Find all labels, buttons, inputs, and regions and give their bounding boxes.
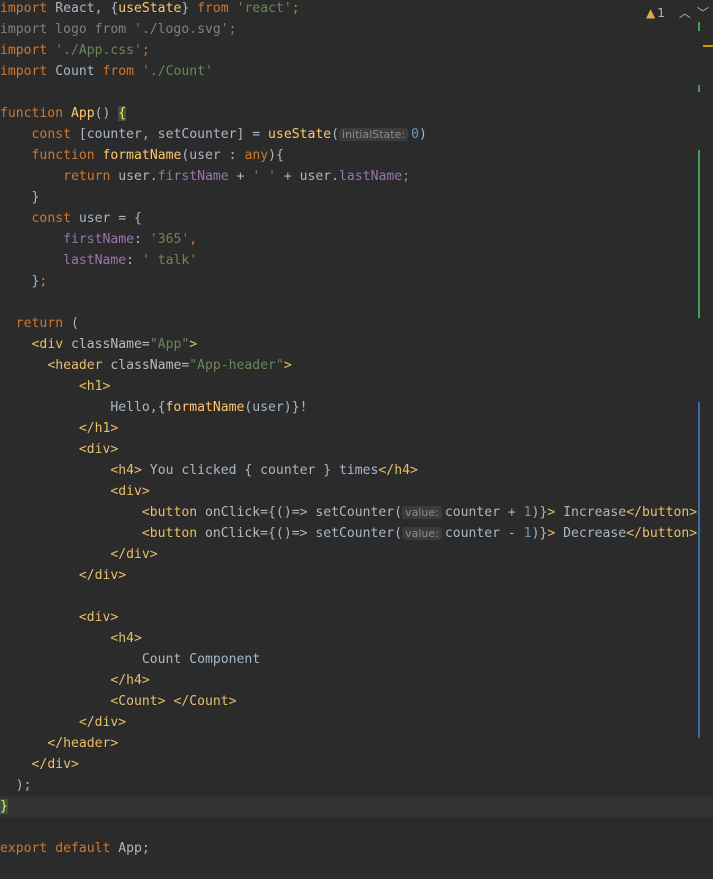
code-line: </div> [78, 568, 127, 583]
code-line: ); [0, 778, 32, 793]
code-line: import Count from './Count' [0, 64, 213, 79]
chevron-up-icon[interactable]: ︿ [679, 4, 691, 21]
code-line: </h1> [78, 421, 119, 436]
code-line: <button onClick={()=> setCounter(value: c… [141, 526, 698, 541]
change-marker[interactable] [698, 85, 700, 92]
change-marker[interactable] [703, 45, 713, 47]
code-line: firstName: '365', [63, 232, 198, 247]
code-line: <h4> You clicked { counter } times</h4> [110, 463, 418, 478]
code-line: <h1> [78, 379, 111, 394]
parameter-hint: value: [402, 506, 442, 519]
code-line: export default App; [0, 841, 150, 856]
code-line: function App() { [0, 106, 127, 121]
change-marker[interactable] [698, 402, 700, 738]
code-line: function formatName(user : any){ [31, 148, 284, 163]
code-line: } [0, 190, 40, 205]
code-line: }; [0, 274, 48, 289]
code-line: import './App.css'; [0, 43, 150, 58]
code-line: </div> [31, 757, 79, 772]
code-line: <button onClick={()=> setCounter(value: c… [141, 505, 698, 520]
current-line[interactable]: } [0, 796, 713, 817]
code-line: Hello,{formatName(user)}! [0, 400, 308, 415]
code-line: return user.firstName + ' ' + user.lastN… [63, 169, 411, 184]
code-line: Count Component [0, 652, 261, 667]
code-editor[interactable]: ▲ 1 ︿ ﹀ import React, {useState} from 'r… [0, 0, 713, 879]
change-marker[interactable] [698, 22, 700, 31]
inspection-widget[interactable]: ▲ 1 ︿ ﹀ [646, 4, 709, 21]
code-line: import logo from './logo.svg'; [0, 22, 237, 37]
code-line: const [counter, setCounter] = useState(i… [31, 127, 427, 142]
code-line: lastName: ' talk' [63, 253, 198, 268]
code-line: <div className="App"> [31, 337, 198, 352]
code-line: </h4> [110, 673, 150, 688]
code-line: </div> [110, 547, 158, 562]
code-line: <Count> </Count> [110, 694, 237, 709]
chevron-down-icon[interactable]: ﹀ [697, 4, 709, 21]
change-marker[interactable] [698, 150, 700, 318]
code-line: <header className="App-header"> [47, 358, 292, 373]
code-line: <h4> [110, 631, 142, 646]
warning-count: 1 [657, 5, 665, 20]
warning-triangle-icon[interactable]: ▲ [646, 6, 655, 20]
code-line: import React, {useState} from 'react'; [0, 1, 300, 16]
parameter-hint: value: [402, 527, 442, 540]
code-line: const user = { [31, 211, 142, 226]
parameter-hint: initialState: [339, 128, 409, 141]
code-line: return ( [15, 316, 79, 331]
code-line: <div> [78, 610, 119, 625]
code-line: <div> [110, 484, 150, 499]
code-line: </header> [47, 736, 119, 751]
code-line: <div> [78, 442, 119, 457]
code-line: </div> [78, 715, 127, 730]
